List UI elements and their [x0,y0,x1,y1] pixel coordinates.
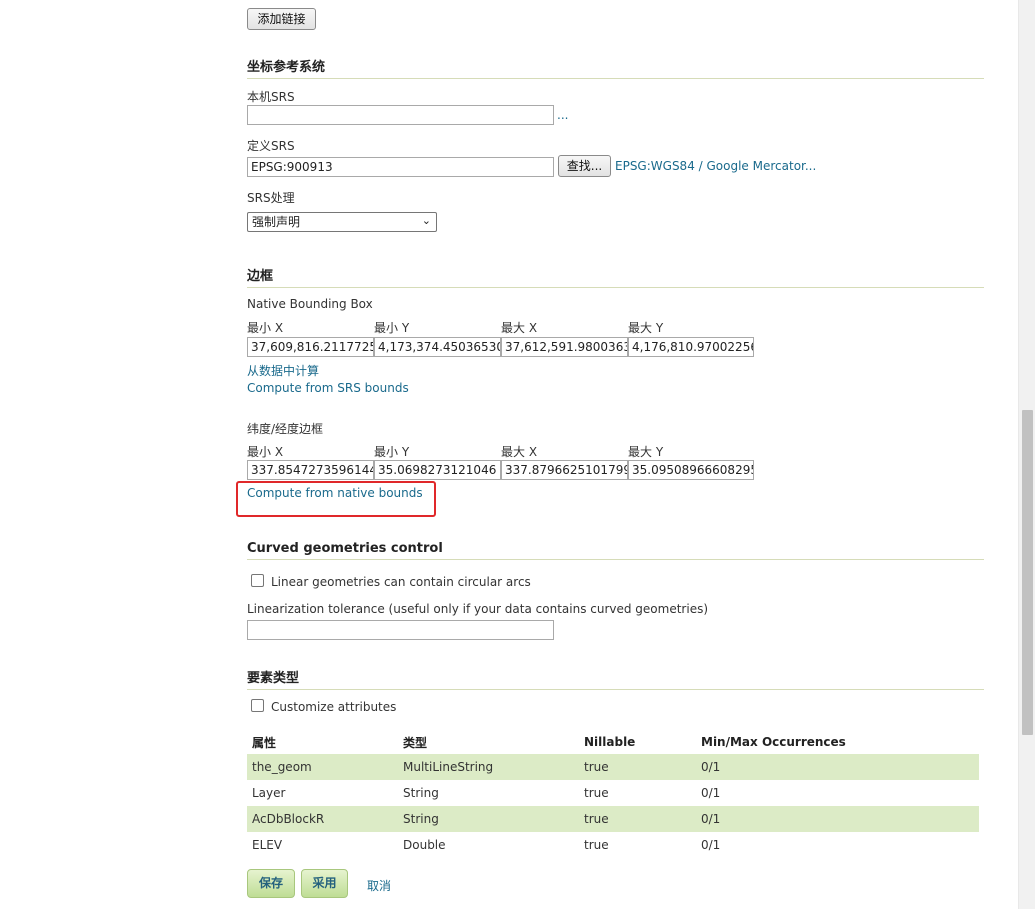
table-row: Layer String true 0/1 [247,780,979,806]
native-srs-more-link[interactable]: ... [557,108,568,122]
declared-srs-input[interactable]: EPSG:900913 [247,157,554,177]
native-minx-input[interactable]: 37,609,816.21177255 [247,337,374,357]
vertical-scrollbar[interactable] [1018,0,1035,909]
cell-type: Double [403,838,446,852]
column-header-nillable: Nillable [584,735,636,749]
cell-attribute: AcDbBlockR [247,806,398,832]
latlon-bbox-label: 纬度/经度边框 [247,422,324,436]
latlon-miny-label: 最小 Y [374,445,410,459]
linearization-tolerance-label: Linearization tolerance (useful only if … [247,602,709,616]
cancel-link[interactable]: 取消 [367,877,391,894]
cell-occurrences: 0/1 [701,786,721,800]
cell-attribute: the_geom [247,754,398,780]
apply-button[interactable]: 采用 [301,869,348,898]
srs-handling-value: 强制声明 [252,215,301,229]
cell-nillable: true [579,754,696,780]
native-maxy-label: 最大 Y [628,321,664,335]
latlon-maxy-input[interactable]: 35.09508966608295 [628,460,754,480]
srs-handling-select[interactable]: 强制声明 ⌄ [247,212,437,232]
declared-srs-description-link[interactable]: EPSG:WGS84 / Google Mercator... [615,159,816,173]
cell-occurrences: 0/1 [701,838,721,852]
cell-type: String [403,786,439,800]
cell-type: MultiLineString [398,754,579,780]
declared-srs-label: 定义SRS [247,139,295,153]
cell-nillable: true [584,786,609,800]
cell-occurrences: 0/1 [696,754,979,780]
latlon-maxy-label: 最大 Y [628,445,664,459]
table-row: ELEV Double true 0/1 [247,832,979,858]
find-srs-button[interactable]: 查找... [558,155,611,177]
circular-arcs-label: Linear geometries can contain circular a… [271,575,531,589]
native-srs-input[interactable] [247,105,554,125]
linearization-tolerance-input[interactable] [247,620,554,640]
native-maxx-input[interactable]: 37,612,591.98003636 [501,337,628,357]
add-link-button[interactable]: 添加链接 [247,8,316,30]
native-maxx-label: 最大 X [501,321,538,335]
native-miny-input[interactable]: 4,173,374.450365305 [374,337,501,357]
circular-arcs-checkbox[interactable] [251,574,264,587]
latlon-minx-input[interactable]: 337.85472735961446 [247,460,374,480]
cell-attribute: ELEV [252,838,283,852]
attributes-table: 属性 类型 Nillable Min/Max Occurrences the_g… [247,730,979,858]
bbox-section-title: 边框 [247,265,984,288]
cell-nillable: true [579,806,696,832]
table-header-row: 属性 类型 Nillable Min/Max Occurrences [247,730,979,754]
crs-section-title: 坐标参考系统 [247,56,984,79]
customize-attributes-checkbox[interactable] [251,699,264,712]
feature-type-section-title: 要素类型 [247,667,984,690]
cell-occurrences: 0/1 [696,806,979,832]
compute-from-data-link[interactable]: 从数据中计算 [247,362,319,379]
table-row: the_geom MultiLineString true 0/1 [247,754,979,780]
column-header-attribute: 属性 [252,735,277,750]
customize-attributes-label: Customize attributes [271,700,397,714]
scrollbar-thumb[interactable] [1022,410,1033,735]
curved-section-title: Curved geometries control [247,541,984,560]
native-maxy-input[interactable]: 4,176,810.97002256 [628,337,754,357]
cell-type: String [398,806,579,832]
srs-handling-label: SRS处理 [247,191,295,205]
save-button[interactable]: 保存 [247,869,295,898]
latlon-minx-label: 最小 X [247,445,284,459]
cell-attribute: Layer [252,786,286,800]
native-minx-label: 最小 X [247,321,284,335]
annotation-highlight-box [236,481,436,517]
native-srs-label: 本机SRS [247,90,295,104]
compute-from-srs-bounds-link[interactable]: Compute from SRS bounds [247,381,409,395]
native-miny-label: 最小 Y [374,321,410,335]
cell-nillable: true [584,838,609,852]
latlon-maxx-input[interactable]: 337.87966251017997 [501,460,628,480]
column-header-occurrences: Min/Max Occurrences [701,735,846,749]
chevron-down-icon: ⌄ [421,214,431,227]
column-header-type: 类型 [403,735,428,750]
native-bbox-label: Native Bounding Box [247,297,373,311]
latlon-miny-input[interactable]: 35.0698273121046 [374,460,501,480]
latlon-maxx-label: 最大 X [501,445,538,459]
table-row: AcDbBlockR String true 0/1 [247,806,979,832]
